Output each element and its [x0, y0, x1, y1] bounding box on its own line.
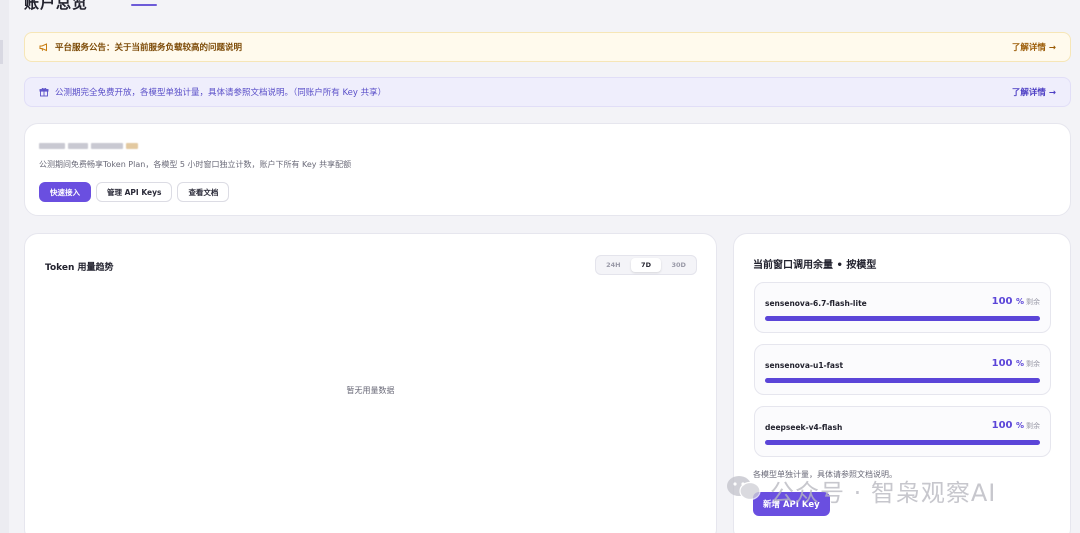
- quota-progress-fill: [765, 378, 1040, 383]
- sidebar-active-marker: [0, 40, 3, 64]
- percent-value: 100: [991, 420, 1013, 431]
- remaining-label: 剩余: [1026, 298, 1040, 306]
- quota-progress-bar: [765, 316, 1040, 321]
- percent-value: 100: [991, 358, 1013, 369]
- tab-underline: [131, 4, 157, 6]
- range-tab-30d[interactable]: 30D: [663, 258, 694, 272]
- plan-card: 公测期间免费畅享Token Plan，各模型 5 小时窗口独立计数，账户下所有 …: [24, 123, 1071, 216]
- quota-progress-bar: [765, 378, 1040, 383]
- range-tab-7d[interactable]: 7D: [630, 258, 662, 272]
- model-percent: 100 % 剩余: [992, 296, 1040, 307]
- quota-note: 各模型单独计量，具体请参照文档说明。: [753, 470, 897, 479]
- model-name: deepseek-v4-flash: [765, 423, 843, 432]
- remaining-label: 剩余: [1026, 360, 1040, 368]
- announcement-details-link[interactable]: 了解详情 →: [1012, 41, 1056, 53]
- percent-unit: %: [1015, 297, 1024, 306]
- quick-start-button[interactable]: 快速接入: [39, 182, 91, 202]
- manage-api-keys-button[interactable]: 管理 API Keys: [96, 182, 173, 202]
- sidebar-edge: [0, 0, 9, 533]
- usage-title: Token 用量趋势: [45, 263, 114, 273]
- page-title: 账户总览: [24, 0, 89, 12]
- info-banner: 公测期完全免费开放，各模型单独计量，具体请参照文档说明。（同账户所有 Key 共…: [24, 77, 1071, 107]
- quota-progress-fill: [765, 440, 1040, 445]
- quota-card: 当前窗口调用余量 • 按模型 sensenova-6.7-flash-lite …: [733, 233, 1071, 533]
- plan-description: 公测期间免费畅享Token Plan，各模型 5 小时窗口独立计数，账户下所有 …: [39, 160, 352, 169]
- info-details-link[interactable]: 了解详情 →: [1012, 86, 1056, 98]
- range-tab-24h[interactable]: 24H: [598, 258, 629, 272]
- view-docs-button[interactable]: 查看文档: [177, 182, 230, 202]
- model-name: sensenova-6.7-flash-lite: [765, 299, 867, 308]
- model-percent: 100 % 剩余: [992, 358, 1040, 369]
- gift-icon: [39, 87, 49, 97]
- range-selector: 24H 7D 30D: [595, 255, 697, 275]
- quota-title: 当前窗口调用余量 • 按模型: [753, 260, 877, 271]
- percent-unit: %: [1015, 359, 1024, 368]
- percent-unit: %: [1015, 421, 1024, 430]
- new-api-key-button[interactable]: 新增 API Key: [753, 492, 830, 516]
- model-quota-item: deepseek-v4-flash 100 % 剩余: [754, 406, 1051, 457]
- empty-state-text: 暂无用量数据: [346, 386, 395, 395]
- token-usage-card: Token 用量趋势 24H 7D 30D 暂无用量数据: [24, 233, 717, 533]
- model-percent: 100 % 剩余: [992, 420, 1040, 431]
- announcement-text: 平台服务公告：关于当前服务负载较高的问题说明: [55, 43, 243, 53]
- plan-actions: 快速接入 管理 API Keys 查看文档: [39, 182, 230, 202]
- announcement-banner: 平台服务公告：关于当前服务负载较高的问题说明 了解详情 →: [24, 32, 1071, 62]
- percent-value: 100: [991, 296, 1013, 307]
- quota-progress-fill: [765, 316, 1040, 321]
- model-quota-item: sensenova-6.7-flash-lite 100 % 剩余: [754, 282, 1051, 333]
- megaphone-icon: [39, 42, 49, 52]
- quota-progress-bar: [765, 440, 1040, 445]
- model-quota-item: sensenova-u1-fast 100 % 剩余: [754, 344, 1051, 395]
- plan-name-redacted: [39, 141, 138, 151]
- model-name: sensenova-u1-fast: [765, 361, 844, 370]
- remaining-label: 剩余: [1026, 422, 1040, 430]
- info-text: 公测期完全免费开放，各模型单独计量，具体请参照文档说明。（同账户所有 Key 共…: [55, 88, 387, 98]
